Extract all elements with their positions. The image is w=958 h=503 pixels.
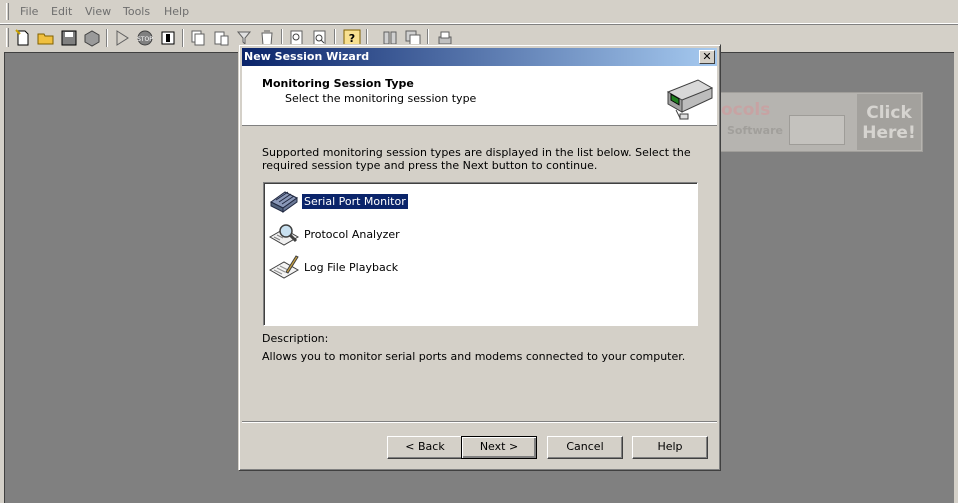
menu-view[interactable]: View <box>85 5 111 18</box>
promo-text: ocols <box>721 100 771 120</box>
toolbar-separator <box>106 29 108 47</box>
promo-subtext: Software <box>727 124 783 137</box>
save-icon[interactable] <box>60 29 78 47</box>
help-button[interactable]: Help <box>632 436 708 459</box>
header-subtitle: Select the monitoring session type <box>285 92 477 105</box>
new-session-wizard-dialog: New Session Wizard ✕ Monitoring Session … <box>238 44 721 471</box>
new-icon[interactable] <box>14 29 32 47</box>
description-label: Description: <box>262 332 329 345</box>
intro-text: Supported monitoring session types are d… <box>262 146 691 172</box>
wizard-header: Monitoring Session Type Select the monit… <box>242 66 717 126</box>
session-type-list[interactable]: Serial Port Monitor Protocol Analyzer Lo… <box>263 182 698 326</box>
promo-click-here[interactable]: Click Here! <box>857 94 921 150</box>
list-item-serial-port-monitor[interactable]: Serial Port Monitor <box>268 186 568 216</box>
menu-edit[interactable]: Edit <box>51 5 72 18</box>
list-item-log-file-playback[interactable]: Log File Playback <box>268 252 568 282</box>
menubar-grip <box>6 3 9 20</box>
menu-file[interactable]: File <box>20 5 38 18</box>
description-text: Allows you to monitor serial ports and m… <box>262 350 686 363</box>
protocol-analyzer-icon <box>268 224 300 246</box>
toolbar-separator <box>182 29 184 47</box>
next-button[interactable]: Next > <box>461 436 537 459</box>
svg-text:STOP: STOP <box>137 36 153 43</box>
list-item-protocol-analyzer[interactable]: Protocol Analyzer <box>268 219 568 249</box>
dialog-title: New Session Wizard <box>244 50 370 63</box>
paste-icon[interactable] <box>212 29 230 47</box>
cancel-button[interactable]: Cancel <box>547 436 623 459</box>
open-icon[interactable] <box>37 29 55 47</box>
serial-port-icon <box>270 191 298 213</box>
close-button[interactable]: ✕ <box>699 50 715 64</box>
promo-image <box>789 115 845 145</box>
menu-bar: File Edit View Tools Help <box>0 0 958 24</box>
stop-icon[interactable]: STOP <box>136 29 154 47</box>
header-title: Monitoring Session Type <box>262 77 414 90</box>
monitor-device-icon <box>666 79 714 120</box>
back-button[interactable]: < Back <box>387 436 463 459</box>
promo-banner[interactable]: ocols Software Click Here! <box>708 92 923 152</box>
menu-help[interactable]: Help <box>164 5 189 18</box>
log-file-icon <box>268 255 300 279</box>
dialog-titlebar[interactable]: New Session Wizard ✕ <box>242 48 717 66</box>
close-icon: ✕ <box>702 50 712 63</box>
export-icon[interactable] <box>83 29 101 47</box>
list-item-label: Log File Playback <box>304 261 399 274</box>
pause-icon[interactable] <box>159 29 177 47</box>
list-item-label: Serial Port Monitor <box>302 194 408 209</box>
footer-divider <box>242 421 717 423</box>
copy-icon[interactable] <box>189 29 207 47</box>
list-item-label: Protocol Analyzer <box>304 228 400 241</box>
toolbar-grip <box>6 28 9 47</box>
menu-tools[interactable]: Tools <box>123 5 150 18</box>
play-icon[interactable] <box>113 29 131 47</box>
